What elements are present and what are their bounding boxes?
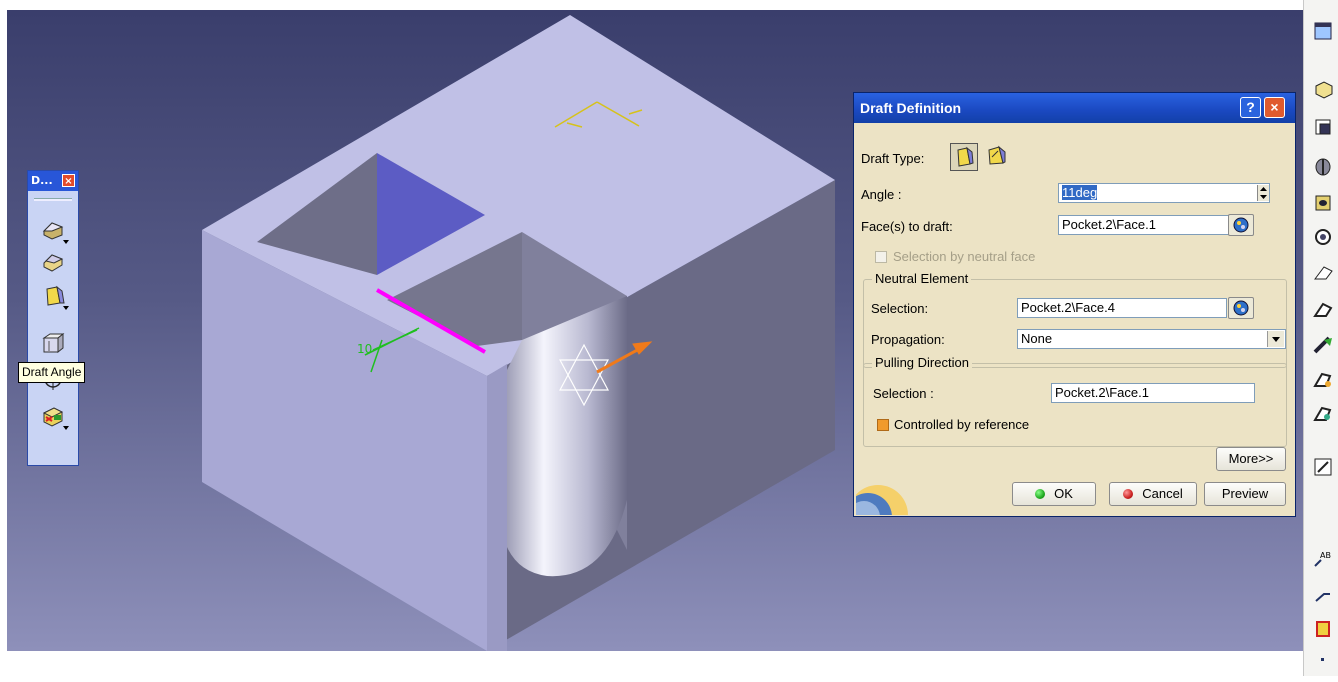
dress-up-features-toolbar[interactable]: D... × bbox=[27, 170, 79, 466]
neutral-face-label: Selection by neutral face bbox=[893, 249, 1036, 264]
sketch-icon[interactable] bbox=[1312, 20, 1338, 44]
apply-material-icon[interactable] bbox=[1312, 618, 1338, 642]
loft-icon[interactable] bbox=[1312, 368, 1338, 392]
propagation-select[interactable]: None bbox=[1017, 329, 1286, 349]
shaft-icon[interactable] bbox=[1312, 156, 1338, 180]
flag-note-icon[interactable] bbox=[1312, 584, 1338, 608]
catia-logo-icon bbox=[856, 471, 908, 515]
controlled-by-reference-checkbox[interactable] bbox=[877, 419, 889, 431]
edge-fillet-icon[interactable] bbox=[40, 217, 69, 244]
pad-icon[interactable] bbox=[1312, 78, 1338, 102]
slot-front-face bbox=[487, 364, 507, 651]
pulling-selection-field[interactable]: Pocket.2\Face.1 bbox=[1051, 383, 1255, 403]
neutral-list-icon[interactable] bbox=[1228, 297, 1254, 319]
close-icon[interactable]: × bbox=[1264, 97, 1285, 118]
preview-button[interactable]: Preview bbox=[1204, 482, 1286, 506]
toolbar-close-icon[interactable]: × bbox=[62, 174, 75, 187]
draft-type-label: Draft Type: bbox=[861, 151, 925, 166]
ok-icon bbox=[1035, 489, 1046, 499]
ok-button[interactable]: OK bbox=[1012, 482, 1096, 506]
dialog-title: Draft Definition bbox=[860, 100, 962, 116]
annotation-text-icon[interactable]: AB bbox=[1312, 548, 1338, 572]
draft-type-variable-button[interactable] bbox=[983, 143, 1011, 171]
cancel-icon bbox=[1123, 489, 1134, 499]
propagation-label: Propagation: bbox=[871, 332, 945, 347]
neutral-selection-field[interactable]: Pocket.2\Face.4 bbox=[1017, 298, 1227, 318]
pulling-selection-label: Selection : bbox=[873, 386, 934, 401]
svg-text:AB: AB bbox=[1320, 551, 1331, 560]
remove-loft-icon[interactable] bbox=[1312, 402, 1338, 426]
draft-angle-icon[interactable] bbox=[40, 283, 69, 310]
draft-definition-dialog[interactable]: Draft Definition ? × Draft Type: Angle :… bbox=[853, 92, 1296, 517]
angle-label: Angle : bbox=[861, 187, 902, 202]
neutral-face-checkbox[interactable] bbox=[875, 251, 887, 263]
remove-face-icon[interactable] bbox=[40, 403, 69, 430]
slot-icon[interactable] bbox=[1312, 262, 1338, 286]
more-button[interactable]: More>> bbox=[1216, 447, 1286, 471]
dialog-titlebar[interactable]: Draft Definition ? × bbox=[854, 93, 1295, 123]
angle-annotation: 10 bbox=[357, 342, 372, 356]
right-toolbar[interactable]: AB bbox=[1303, 0, 1338, 676]
angle-input[interactable]: 11deg bbox=[1058, 183, 1270, 203]
chevron-down-icon[interactable] bbox=[1267, 331, 1284, 347]
hole-icon[interactable] bbox=[1312, 192, 1338, 216]
rib-icon[interactable] bbox=[1312, 226, 1338, 250]
neutral-element-title: Neutral Element bbox=[872, 271, 972, 286]
stiffener-icon[interactable] bbox=[1312, 298, 1338, 322]
help-icon[interactable]: ? bbox=[1240, 97, 1261, 118]
pocket-icon[interactable] bbox=[1312, 116, 1338, 140]
multi-section-icon[interactable] bbox=[1312, 334, 1338, 358]
measure-icon[interactable] bbox=[1312, 456, 1338, 480]
angle-spinner[interactable] bbox=[1257, 185, 1269, 201]
faces-list-icon[interactable] bbox=[1228, 214, 1254, 236]
toolbar-title[interactable]: D... × bbox=[28, 171, 78, 191]
pulling-direction-title: Pulling Direction bbox=[872, 355, 972, 370]
cancel-button[interactable]: Cancel bbox=[1109, 482, 1197, 506]
draft-type-constant-button[interactable] bbox=[950, 143, 978, 171]
more-tools-icon[interactable] bbox=[1312, 656, 1338, 680]
shell-icon[interactable] bbox=[40, 331, 66, 357]
faces-to-draft-label: Face(s) to draft: bbox=[861, 219, 953, 234]
pulling-direction-group: Pulling Direction bbox=[863, 355, 1287, 447]
neutral-selection-label: Selection: bbox=[871, 301, 929, 316]
chamfer-icon[interactable] bbox=[40, 249, 66, 275]
tooltip: Draft Angle bbox=[18, 362, 86, 383]
controlled-by-reference-label: Controlled by reference bbox=[894, 417, 1030, 432]
faces-to-draft-field[interactable]: Pocket.2\Face.1 bbox=[1058, 215, 1230, 235]
